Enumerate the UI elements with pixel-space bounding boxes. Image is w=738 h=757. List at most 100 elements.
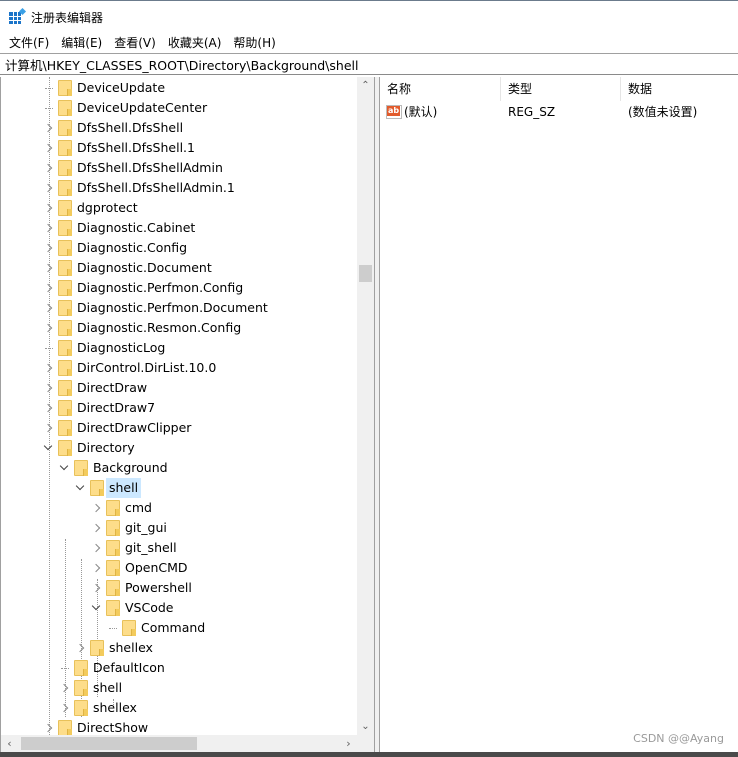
column-header-type[interactable]: 类型 <box>501 77 621 101</box>
chevron-right-icon[interactable] <box>42 318 54 338</box>
tree-node[interactable]: Powershell <box>1 578 357 598</box>
tree-node[interactable]: OpenCMD <box>1 558 357 578</box>
chevron-down-icon[interactable] <box>74 478 86 498</box>
tree-node[interactable]: dgprotect <box>1 198 357 218</box>
tree-node[interactable]: DefaultIcon <box>1 658 357 678</box>
tree-horizontal-scrollbar[interactable]: ‹ › <box>1 735 357 752</box>
chevron-right-icon[interactable] <box>42 138 54 158</box>
tree-node[interactable]: DfsShell.DfsShellAdmin.1 <box>1 178 357 198</box>
tree-node[interactable]: Diagnostic.Document <box>1 258 357 278</box>
folder-icon <box>90 480 104 496</box>
tree-node[interactable]: DirControl.DirList.10.0 <box>1 358 357 378</box>
tree-node[interactable]: Diagnostic.Perfmon.Document <box>1 298 357 318</box>
tree-node[interactable]: DeviceUpdate <box>1 78 357 98</box>
menu-favorites[interactable]: 收藏夹(A) <box>162 33 228 53</box>
folder-icon <box>106 580 120 596</box>
tree-node[interactable]: cmd <box>1 498 357 518</box>
folder-icon <box>58 220 72 236</box>
chevron-right-icon[interactable] <box>42 238 54 258</box>
scroll-right-button[interactable]: › <box>340 735 357 752</box>
tree-node[interactable]: DfsShell.DfsShell <box>1 118 357 138</box>
menu-file[interactable]: 文件(F) <box>3 33 55 53</box>
chevron-right-icon[interactable] <box>42 278 54 298</box>
tree-node[interactable]: Diagnostic.Perfmon.Config <box>1 278 357 298</box>
scroll-down-button[interactable]: ⌄ <box>357 718 374 735</box>
window-title: 注册表编辑器 <box>31 10 104 25</box>
chevron-right-icon[interactable] <box>42 398 54 418</box>
chevron-right-icon[interactable] <box>42 378 54 398</box>
tree-node[interactable]: git_shell <box>1 538 357 558</box>
chevron-right-icon[interactable] <box>42 358 54 378</box>
tree-node[interactable]: Command <box>1 618 357 638</box>
chevron-right-icon[interactable] <box>90 538 102 558</box>
chevron-right-icon[interactable] <box>42 418 54 438</box>
chevron-down-icon[interactable] <box>58 458 70 478</box>
tree-node[interactable]: Diagnostic.Cabinet <box>1 218 357 238</box>
tree-node-label: Diagnostic.Config <box>77 240 188 255</box>
folder-icon <box>122 620 136 636</box>
values-list-header: 名称 类型 数据 <box>380 77 738 101</box>
tree-node[interactable]: shellex <box>1 638 357 658</box>
horizontal-scroll-thumb[interactable] <box>21 737 197 750</box>
tree-node[interactable]: shell <box>1 478 357 498</box>
tree-node[interactable]: DfsShell.DfsShell.1 <box>1 138 357 158</box>
chevron-right-icon[interactable] <box>42 218 54 238</box>
tree-node-label: cmd <box>125 500 152 515</box>
menu-help[interactable]: 帮助(H) <box>227 33 281 53</box>
chevron-right-icon[interactable] <box>74 638 86 658</box>
chevron-right-icon[interactable] <box>42 718 54 735</box>
tree-node[interactable]: DirectDraw7 <box>1 398 357 418</box>
vertical-scroll-thumb[interactable] <box>359 265 372 282</box>
tree-node[interactable]: DirectShow <box>1 718 357 735</box>
chevron-right-icon[interactable] <box>42 118 54 138</box>
chevron-down-icon[interactable] <box>90 598 102 618</box>
folder-icon <box>58 380 72 396</box>
tree-node[interactable]: shellex <box>1 698 357 718</box>
scroll-left-button[interactable]: ‹ <box>1 735 18 752</box>
column-header-name[interactable]: 名称 <box>380 77 501 101</box>
tree-node[interactable]: git_gui <box>1 518 357 538</box>
tree-node-label: OpenCMD <box>125 560 188 575</box>
chevron-right-icon[interactable] <box>90 518 102 538</box>
tree-node[interactable]: Background <box>1 458 357 478</box>
folder-icon <box>58 260 72 276</box>
chevron-right-icon[interactable] <box>90 578 102 598</box>
chevron-right-icon[interactable] <box>58 698 70 718</box>
chevron-right-icon[interactable] <box>42 298 54 318</box>
chevron-right-icon[interactable] <box>42 198 54 218</box>
tree-node[interactable]: shell <box>1 678 357 698</box>
chevron-right-icon[interactable] <box>42 158 54 178</box>
tree-node-label: DirectDrawClipper <box>77 420 192 435</box>
tree-node[interactable]: DirectDrawClipper <box>1 418 357 438</box>
tree-node[interactable]: DirectDraw <box>1 378 357 398</box>
address-bar[interactable]: 计算机\HKEY_CLASSES_ROOT\Directory\Backgrou… <box>0 53 738 75</box>
tree-node-label: Diagnostic.Cabinet <box>77 220 196 235</box>
chevron-down-icon[interactable] <box>42 438 54 458</box>
chevron-right-icon[interactable] <box>90 498 102 518</box>
chevron-right-icon[interactable] <box>42 258 54 278</box>
tree-node[interactable]: DfsShell.DfsShellAdmin <box>1 158 357 178</box>
tree-node[interactable]: Directory <box>1 438 357 458</box>
tree-node-label: VSCode <box>125 600 174 615</box>
menu-edit[interactable]: 编辑(E) <box>55 33 108 53</box>
value-row[interactable]: ab (默认) REG_SZ (数值未设置) <box>380 102 738 122</box>
tree-node[interactable]: DeviceUpdateCenter <box>1 98 357 118</box>
chevron-right-icon[interactable] <box>42 178 54 198</box>
tree-connector <box>42 78 54 98</box>
tree-connector <box>42 98 54 118</box>
tree-node[interactable]: VSCode <box>1 598 357 618</box>
tree-node[interactable]: Diagnostic.Resmon.Config <box>1 318 357 338</box>
menu-view[interactable]: 查看(V) <box>108 33 162 53</box>
chevron-right-icon[interactable] <box>90 558 102 578</box>
value-name-cell: ab (默认) <box>380 102 501 122</box>
tree-node[interactable]: Diagnostic.Config <box>1 238 357 258</box>
folder-icon <box>58 420 72 436</box>
tree-vertical-scrollbar[interactable]: ⌃ ⌄ <box>357 77 374 735</box>
tree-node-label: shell <box>106 478 142 498</box>
tree-node-label: shellex <box>109 640 153 655</box>
folder-icon <box>106 520 120 536</box>
tree-node[interactable]: DiagnosticLog <box>1 338 357 358</box>
column-header-data[interactable]: 数据 <box>621 77 738 101</box>
scroll-up-button[interactable]: ⌃ <box>357 77 374 94</box>
chevron-right-icon[interactable] <box>58 678 70 698</box>
